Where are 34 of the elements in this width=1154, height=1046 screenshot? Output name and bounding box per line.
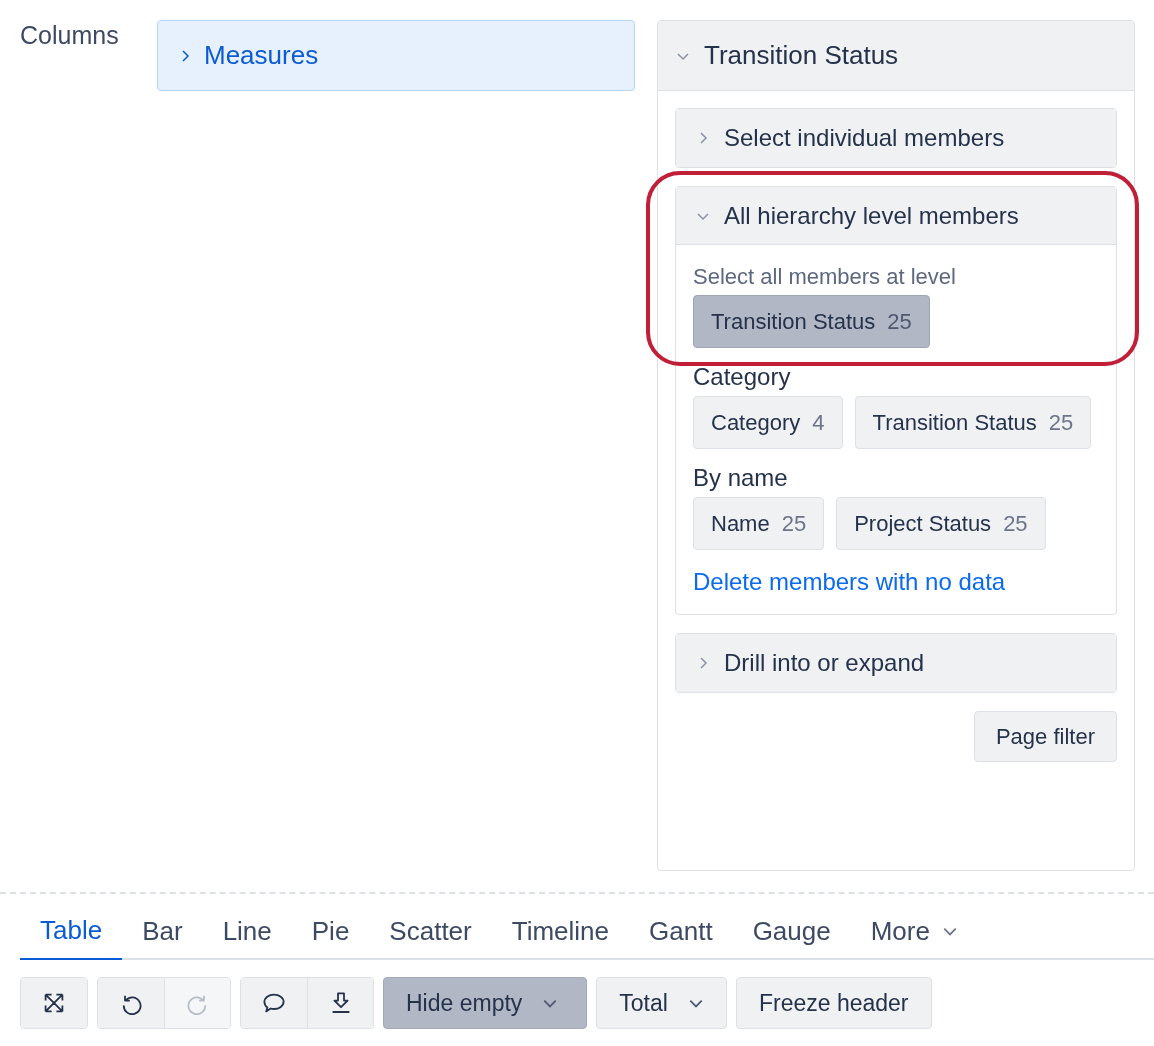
group-heading: Category: [693, 362, 792, 392]
dropdown-button[interactable]: Hide empty: [383, 977, 588, 1029]
section-header[interactable]: All hierarchy level members: [676, 187, 1116, 245]
speech-bubble-button[interactable]: [241, 978, 307, 1028]
undo-button[interactable]: [98, 978, 164, 1028]
delete-empty-link[interactable]: Delete members with no data: [693, 564, 1006, 600]
freeze-header-button[interactable]: Freeze header: [735, 977, 932, 1029]
dropdown-button[interactable]: Total: [596, 977, 727, 1029]
panel-header[interactable]: Transition Status: [658, 21, 1134, 91]
chart-tab[interactable]: Pie: [291, 902, 370, 960]
expand-arrows-button[interactable]: [21, 978, 87, 1028]
more-dropdown[interactable]: More: [850, 902, 978, 960]
page-filter-button[interactable]: Page filter: [973, 711, 1117, 762]
expand-arrows-icon: [42, 991, 66, 1015]
hint-text: Select all members at level: [693, 263, 957, 291]
chart-tab[interactable]: Scatter: [369, 902, 492, 960]
columns-label: Columns: [20, 20, 120, 51]
section-header[interactable]: Select individual members: [676, 109, 1116, 167]
chart-tab[interactable]: Bar: [122, 902, 203, 960]
member-chip[interactable]: Transition Status 25: [854, 396, 1092, 449]
chart-tab[interactable]: Gantt: [629, 902, 733, 960]
download-button[interactable]: [307, 978, 373, 1028]
speech-bubble-icon: [262, 991, 286, 1015]
chart-tab[interactable]: Line: [202, 902, 292, 960]
section-header[interactable]: Drill into or expand: [676, 634, 1116, 692]
chart-tab[interactable]: Gauge: [732, 902, 851, 960]
chart-tab[interactable]: Table: [20, 902, 123, 960]
member-chip[interactable]: Name 25: [693, 497, 825, 550]
member-chip[interactable]: Project Status 25: [836, 497, 1046, 550]
member-chip[interactable]: Category 4: [693, 396, 843, 449]
member-chip[interactable]: Transition Status 25: [693, 295, 930, 348]
group-heading: By name: [693, 463, 789, 493]
chart-tab[interactable]: Timeline: [491, 902, 630, 960]
measures-item[interactable]: Measures: [157, 20, 635, 91]
